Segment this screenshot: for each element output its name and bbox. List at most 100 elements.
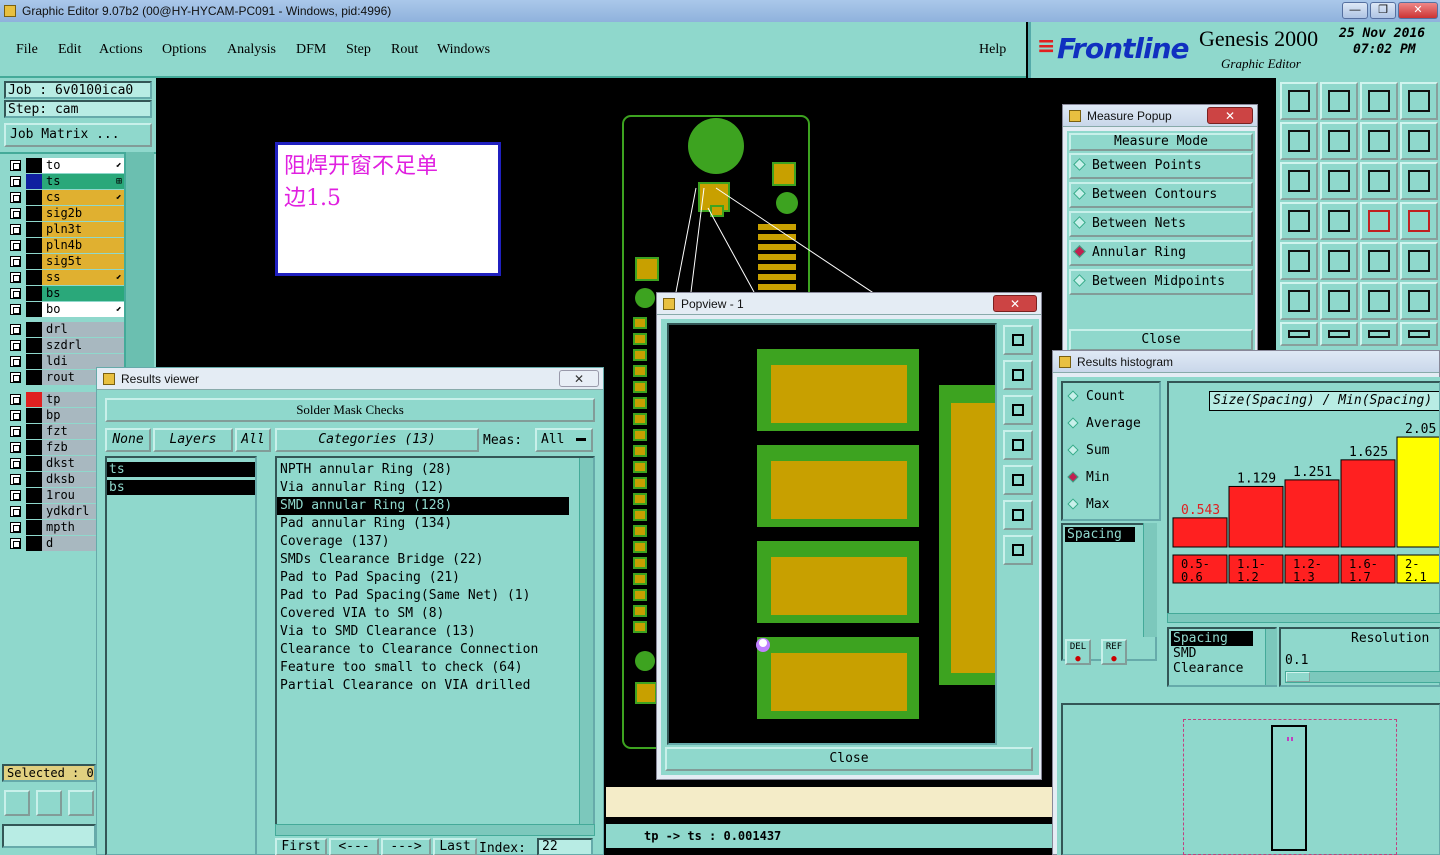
category-item[interactable]: Pad to Pad Spacing(Same Net) (1) [277, 587, 569, 605]
upload-icon[interactable] [1280, 82, 1318, 120]
popview-close-icon[interactable]: ✕ [993, 295, 1037, 312]
category-hscroll[interactable] [275, 824, 595, 836]
measure-list-item[interactable]: Spacing [1171, 631, 1253, 646]
layer-checkbox[interactable] [10, 394, 21, 405]
cross-icon[interactable] [1320, 282, 1358, 320]
layer-swatch[interactable] [26, 338, 42, 353]
category-item[interactable]: NPTH annular Ring (28) [277, 461, 569, 479]
fit-icon[interactable] [1280, 162, 1318, 200]
layer-swatch[interactable] [26, 520, 42, 535]
chart-hscroll[interactable] [1167, 613, 1440, 623]
popview-close-button[interactable]: Close [665, 747, 1033, 771]
export-icon[interactable] [1320, 122, 1358, 160]
layer-row[interactable]: ss ⬋ [6, 270, 128, 285]
layer-swatch[interactable] [26, 302, 42, 317]
window-icon[interactable] [1400, 82, 1438, 120]
layer-row[interactable]: sig2b [6, 206, 128, 221]
mirror-icon[interactable] [1360, 122, 1398, 160]
layer-row[interactable]: cs ⬋ [6, 190, 128, 205]
pan-down-icon[interactable] [1003, 395, 1033, 425]
category-item[interactable]: Feature too small to check (64) [277, 659, 569, 677]
stat-option[interactable]: Count [1063, 383, 1159, 410]
layer-checkbox[interactable] [10, 224, 21, 235]
arc-icon[interactable] [1360, 322, 1398, 346]
layer-swatch[interactable] [26, 238, 42, 253]
category-item[interactable]: Covered VIA to SM (8) [277, 605, 569, 623]
route-icon[interactable] [1400, 122, 1438, 160]
vector-icon[interactable] [1320, 242, 1358, 280]
layer-checkbox[interactable] [10, 426, 21, 437]
del-button[interactable]: DEL ● [1065, 639, 1091, 665]
wrench-icon[interactable] [1280, 202, 1318, 240]
layer-name[interactable]: pln3t [42, 222, 128, 237]
histogram-bar[interactable] [1340, 459, 1396, 548]
menu-dfm[interactable]: DFM [296, 42, 326, 58]
layer-swatch[interactable] [26, 456, 42, 471]
layer-name[interactable]: sig2b [42, 206, 128, 221]
measure-mode-option[interactable]: Between Nets [1069, 211, 1253, 237]
index-input[interactable]: 22 [537, 838, 593, 855]
category-item[interactable]: Pad annular Ring (134) [277, 515, 569, 533]
layers-none-button[interactable]: None [105, 428, 151, 452]
layer-row[interactable]: pln3t [6, 222, 128, 237]
ruler-icon[interactable] [1360, 242, 1398, 280]
center-icon[interactable] [1320, 162, 1358, 200]
home-icon[interactable] [1360, 82, 1398, 120]
layer-checkbox[interactable] [10, 356, 21, 367]
measure-mode-option[interactable]: Between Midpoints [1069, 269, 1253, 295]
layer-row[interactable]: szdrl [6, 338, 128, 353]
layer-checkbox[interactable] [10, 522, 21, 533]
layer-swatch[interactable] [26, 472, 42, 487]
node-icon[interactable] [1280, 282, 1318, 320]
layer-row[interactable]: sig5t [6, 254, 128, 269]
menu-windows[interactable]: Windows [437, 42, 490, 58]
layer-swatch[interactable] [26, 354, 42, 369]
download-icon[interactable] [1320, 82, 1358, 120]
layer-checkbox[interactable] [10, 538, 21, 549]
layer-name[interactable]: sig5t [42, 254, 128, 269]
menu-analysis[interactable]: Analysis [227, 42, 276, 58]
category-item[interactable]: Via to SMD Clearance (13) [277, 623, 569, 641]
zoom-window-icon[interactable] [1003, 325, 1033, 355]
layer-checkbox[interactable] [10, 240, 21, 251]
layer-name[interactable]: bs [42, 286, 128, 301]
category-item[interactable]: Partial Clearance on VIA drilled [277, 677, 569, 695]
category-item[interactable]: Clearance to Clearance Connection [277, 641, 569, 659]
stat-option[interactable]: Average [1063, 410, 1159, 437]
layer-checkbox[interactable] [10, 458, 21, 469]
link-alt-icon[interactable] [1400, 282, 1438, 320]
layer-checkbox[interactable] [10, 272, 21, 283]
layer-result-item[interactable]: bs [107, 480, 255, 495]
scale-icon[interactable] [1360, 162, 1398, 200]
resolution-slider-thumb[interactable] [1286, 672, 1310, 682]
zoom-fit-icon[interactable] [1003, 500, 1033, 530]
layer-row[interactable]: ts ⊞ [6, 174, 128, 189]
histogram-bar[interactable] [1228, 485, 1284, 548]
layer-swatch[interactable] [26, 536, 42, 551]
layer-checkbox[interactable] [10, 506, 21, 517]
measure-list-scroll[interactable] [1143, 523, 1157, 637]
prev-button[interactable]: <--- [329, 838, 379, 855]
layer-row[interactable]: to ⬋ [6, 158, 128, 173]
layer-checkbox[interactable] [10, 288, 21, 299]
layer-row[interactable]: pln4b [6, 238, 128, 253]
close-window-button[interactable]: ✕ [1398, 2, 1438, 19]
layer-swatch[interactable] [26, 504, 42, 519]
import-icon[interactable] [1280, 122, 1318, 160]
layer-swatch[interactable] [26, 424, 42, 439]
layer-swatch[interactable] [26, 322, 42, 337]
dot-icon[interactable] [1400, 242, 1438, 280]
layer-swatch[interactable] [26, 370, 42, 385]
measure-list-bottom-scroll[interactable] [1265, 629, 1277, 685]
menu-file[interactable]: File [16, 42, 38, 58]
layer-swatch[interactable] [26, 158, 42, 173]
results-viewer-close-icon[interactable]: ✕ [559, 370, 599, 387]
measure-list-item[interactable]: Spacing [1065, 527, 1135, 542]
menu-actions[interactable]: Actions [99, 42, 143, 58]
layer-swatch[interactable] [26, 488, 42, 503]
stack-icon[interactable] [1400, 322, 1438, 346]
layer-swatch[interactable] [26, 270, 42, 285]
layers-all-button[interactable]: All [235, 428, 271, 452]
layer-swatch[interactable] [26, 190, 42, 205]
restore-button[interactable]: ❐ [1370, 2, 1396, 19]
